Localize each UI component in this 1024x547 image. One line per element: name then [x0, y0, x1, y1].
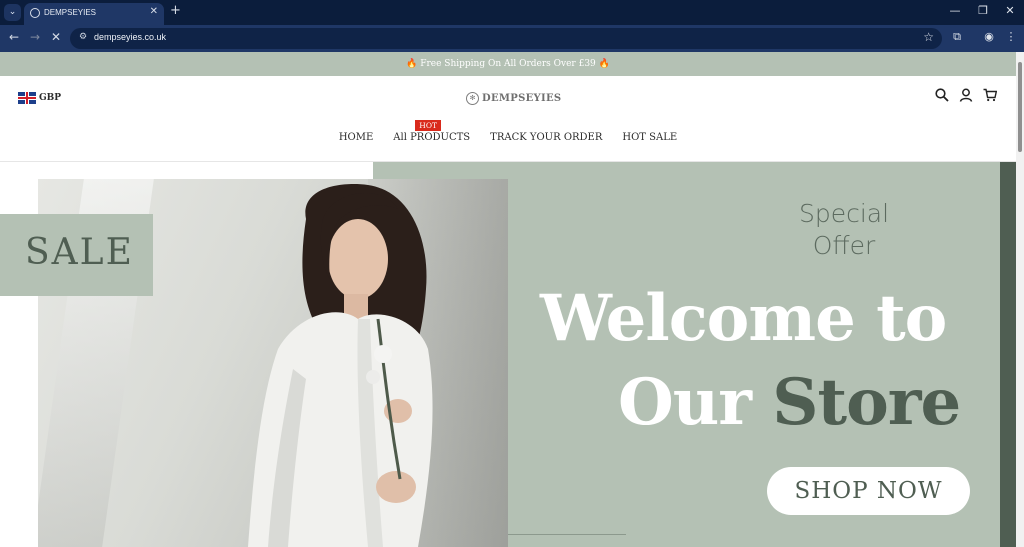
special-offer-text: Special Offer: [780, 198, 908, 262]
nav-all-products-label: All PRODUCTS: [393, 132, 471, 143]
url-text[interactable]: dempseyies.co.uk: [94, 32, 166, 42]
hero-divider: [508, 534, 626, 535]
maximize-button[interactable]: ❐: [973, 4, 993, 17]
search-icon[interactable]: [934, 88, 950, 106]
tab-close-icon[interactable]: ✕: [150, 6, 158, 17]
site-logo[interactable]: ✻ DEMPSEYIES: [466, 92, 561, 105]
browser-toolbar: ← → ✕ ⚙ dempseyies.co.uk ☆ ⧉ ◉ ⋮: [0, 25, 1024, 52]
nav-hot-sale[interactable]: HOT SALE: [622, 132, 677, 143]
special-line-2: Offer: [812, 231, 876, 260]
forward-arrow-icon[interactable]: →: [27, 30, 43, 44]
hero-headline-line-2: Our Store: [618, 365, 961, 440]
stop-loading-icon[interactable]: ✕: [48, 30, 64, 44]
new-tab-button[interactable]: +: [170, 3, 181, 18]
hot-badge: HOT: [415, 120, 441, 131]
nav-track-order[interactable]: TRACK YOUR ORDER: [490, 132, 602, 143]
cart-icon[interactable]: [982, 88, 998, 106]
browser-tab[interactable]: DEMPSEYIES ✕: [24, 3, 164, 25]
special-line-1: Special: [798, 199, 890, 228]
header-actions: [934, 88, 998, 106]
uk-flag-icon: [18, 92, 36, 104]
web-page: 🔥 Free Shipping On All Orders Over £39 🔥…: [0, 52, 1016, 547]
site-info-icon[interactable]: ⚙: [79, 32, 87, 42]
scrollbar-thumb[interactable]: [1018, 62, 1022, 152]
account-icon[interactable]: [958, 88, 974, 106]
profile-icon[interactable]: ◉: [981, 30, 997, 43]
back-arrow-icon[interactable]: ←: [6, 30, 22, 44]
favicon-icon: [30, 8, 40, 18]
nav-home[interactable]: HOME: [339, 132, 373, 143]
browser-menu-icon[interactable]: ⋮: [1003, 30, 1019, 43]
sale-text: SALE: [25, 232, 134, 273]
page-scrollbar[interactable]: [1016, 52, 1024, 547]
sale-label-box: SALE: [0, 214, 153, 296]
headline-word-store: Store: [772, 365, 961, 440]
main-navigation: HOME HOT All PRODUCTS TRACK YOUR ORDER H…: [0, 120, 1016, 143]
browser-tab-bar: ⌄ DEMPSEYIES ✕ + — ❐ ✕: [0, 0, 1024, 25]
bookmark-star-icon[interactable]: ☆: [923, 30, 934, 44]
headline-word-our: Our: [618, 365, 752, 440]
currency-label: GBP: [39, 93, 62, 103]
announcement-bar: 🔥 Free Shipping On All Orders Over £39 🔥: [0, 52, 1016, 76]
hero-headline-line-1: Welcome to: [540, 281, 947, 356]
extensions-icon[interactable]: ⧉: [949, 30, 965, 44]
shop-now-button[interactable]: SHOP NOW: [767, 467, 970, 515]
tab-search-button[interactable]: ⌄: [4, 4, 21, 21]
nav-all-products[interactable]: HOT All PRODUCTS: [393, 120, 471, 143]
hero-edge-stripe: [1000, 162, 1016, 547]
logo-text: DEMPSEYIES: [482, 93, 562, 104]
address-bar[interactable]: ⚙ dempseyies.co.uk ☆: [70, 28, 942, 49]
tab-title: DEMPSEYIES: [44, 8, 97, 17]
minimize-button[interactable]: —: [945, 4, 965, 17]
currency-selector[interactable]: GBP: [18, 92, 61, 104]
logo-emblem-icon: ✻: [466, 92, 479, 105]
window-close-button[interactable]: ✕: [1000, 4, 1020, 17]
